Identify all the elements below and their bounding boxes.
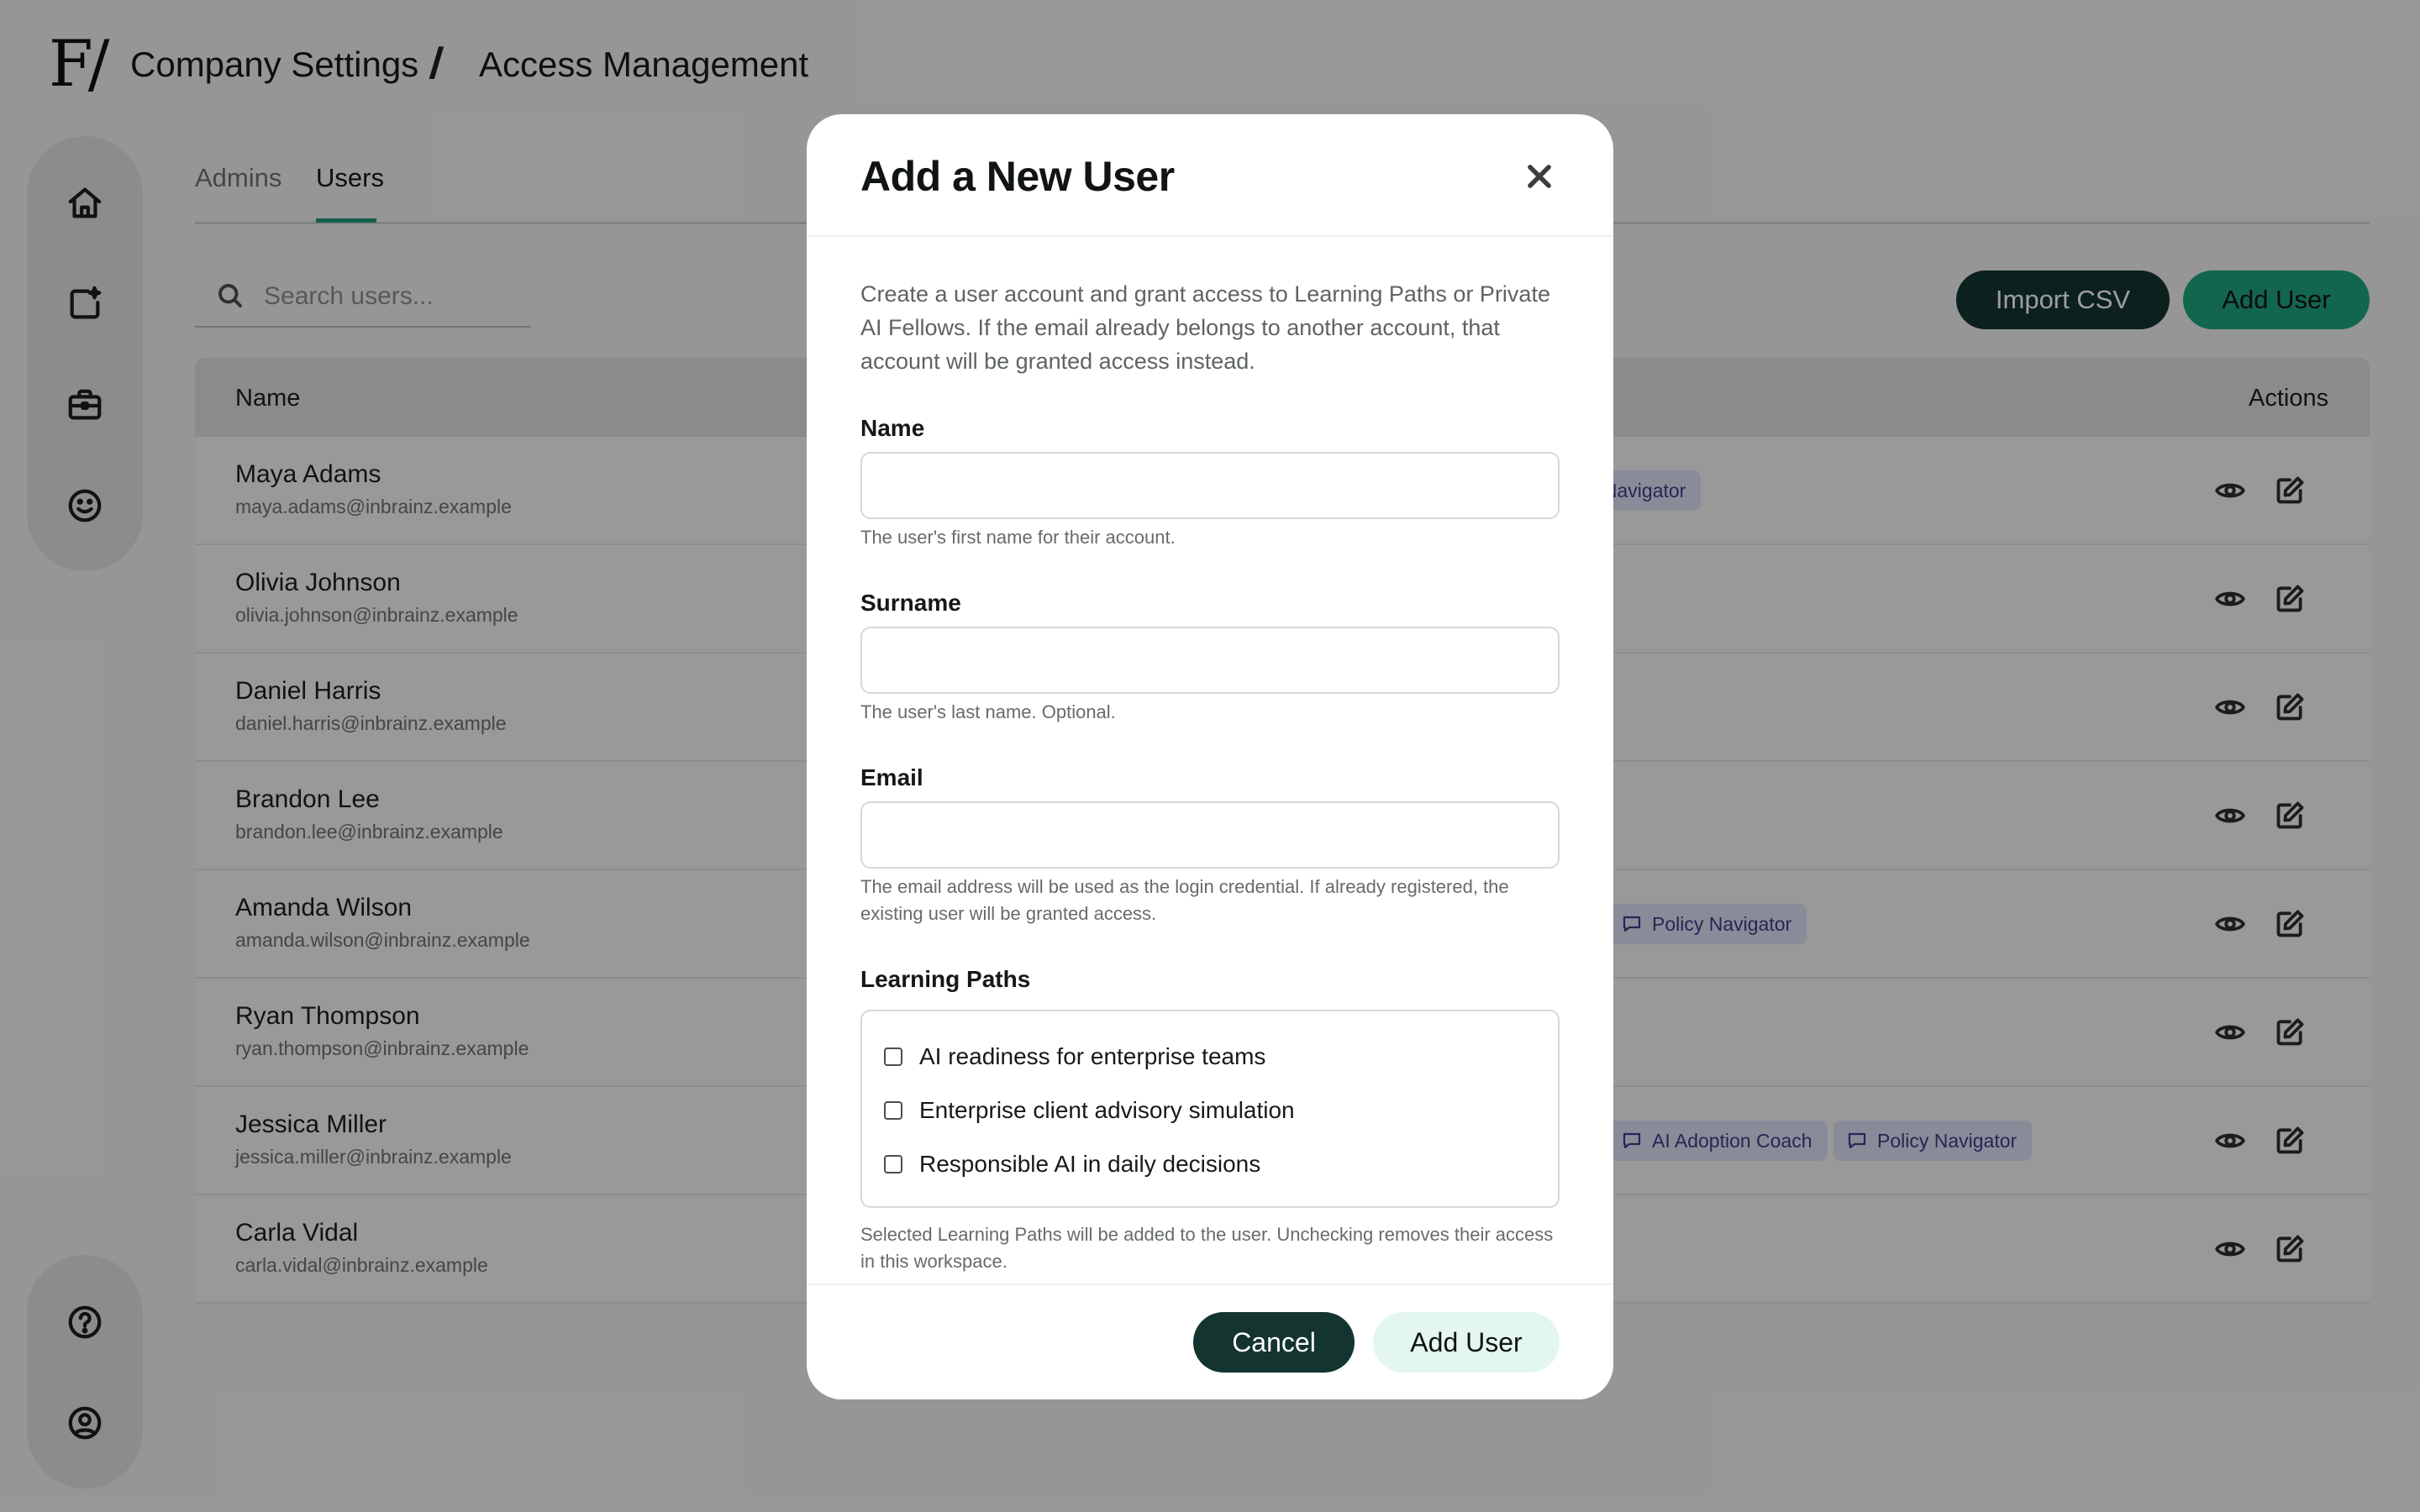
dialog-title: Add a New User [860,153,1175,200]
dialog-description: Create a user account and grant access t… [860,281,1550,374]
learning-path-option-label: Responsible AI in daily decisions [919,1151,1261,1177]
learning-path-option[interactable]: Enterprise client advisory simulation [884,1095,1295,1126]
learning-path-option-label: AI readiness for enterprise teams [919,1043,1266,1069]
name-label: Name [860,415,925,441]
checkbox[interactable] [884,1101,902,1120]
learning-path-option-label: Enterprise client advisory simulation [919,1097,1295,1123]
name-help-text: The user's first name for their account. [860,527,1176,548]
name-input[interactable] [860,452,1560,519]
learning-path-option[interactable]: AI readiness for enterprise teams [884,1042,1265,1072]
email-input[interactable] [860,801,1560,869]
learning-paths-help-text: Selected Learning Paths will be added to… [860,1224,1554,1272]
learning-paths-list: AI readiness for enterprise teams Enterp… [860,1010,1560,1208]
checkbox[interactable] [884,1155,902,1173]
learning-paths-label: Learning Paths [860,966,1031,992]
dialog-header: Add a New User [807,114,1613,237]
dialog-footer: Cancel Add User [807,1284,1613,1399]
surname-input[interactable] [860,627,1560,694]
email-help-text: The email address will be used as the lo… [860,876,1509,924]
submit-add-user-button[interactable]: Add User [1373,1312,1560,1373]
surname-label: Surname [860,590,961,616]
surname-help-text: The user's last name. Optional. [860,701,1116,722]
close-icon[interactable] [1519,156,1560,197]
checkbox[interactable] [884,1047,902,1066]
cancel-button[interactable]: Cancel [1193,1312,1355,1373]
learning-path-option[interactable]: Responsible AI in daily decisions [884,1149,1260,1179]
email-label: Email [860,764,923,790]
add-user-dialog: Add a New User Create a user account and… [807,114,1613,1399]
